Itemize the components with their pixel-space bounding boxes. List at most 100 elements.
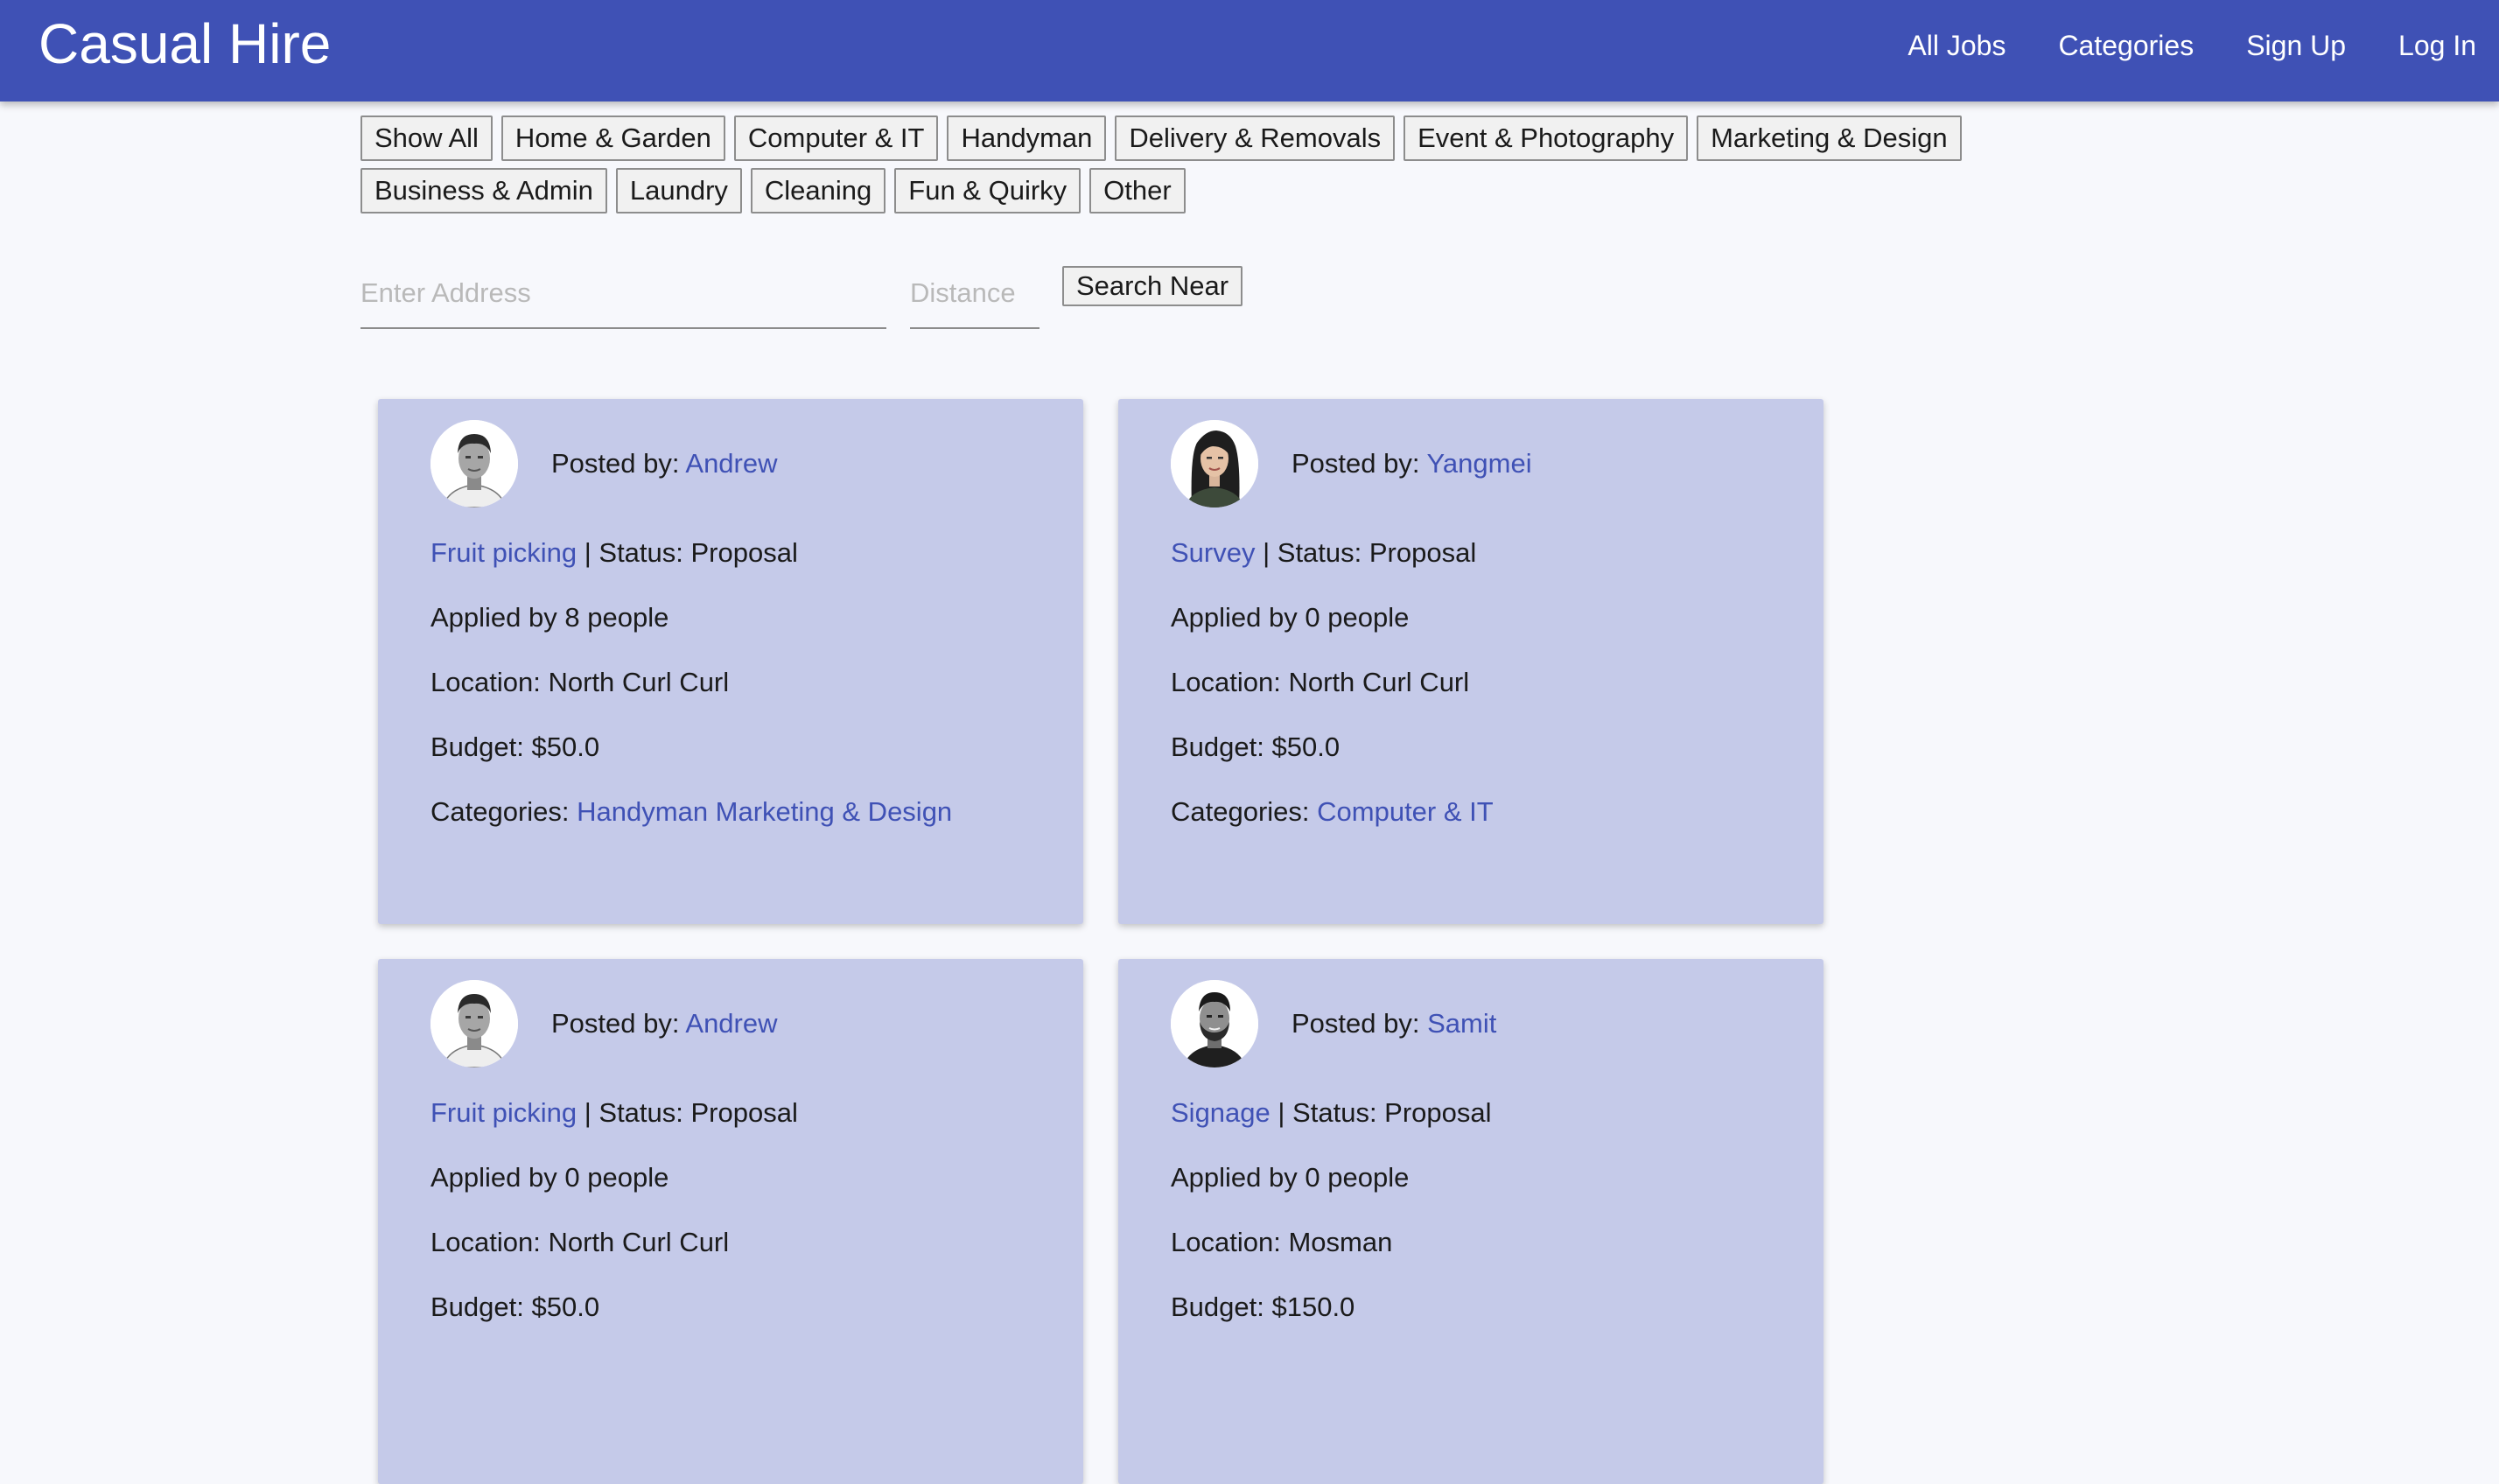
address-input[interactable] — [360, 259, 886, 329]
job-title-link[interactable]: Signage — [1171, 1097, 1270, 1128]
applied-label: Applied by — [1171, 1162, 1306, 1193]
status-label: | Status: — [577, 1097, 691, 1128]
filter-fun-quirky[interactable]: Fun & Quirky — [894, 168, 1082, 214]
job-status: Proposal — [690, 1097, 798, 1128]
location-label: Location: — [430, 667, 549, 697]
posted-by: Posted by: Yangmei — [1292, 446, 1532, 481]
applied-label: Applied by — [430, 602, 565, 633]
applied-suffix: people — [579, 602, 669, 633]
poster-name-link[interactable]: Yangmei — [1427, 448, 1532, 479]
job-card: Posted by: Samit Signage | Status: Propo… — [1118, 959, 1824, 1484]
categories-label: Categories: — [1171, 796, 1318, 827]
budget-label: Budget: — [1171, 732, 1272, 762]
applied-number: 0 — [564, 1162, 580, 1193]
nav-all-jobs[interactable]: All Jobs — [1908, 26, 2006, 65]
distance-input[interactable] — [910, 259, 1040, 329]
applied-suffix: people — [579, 1162, 669, 1193]
posted-by-label: Posted by: — [1292, 1008, 1428, 1039]
nav-sign-up[interactable]: Sign Up — [2246, 26, 2346, 65]
job-location: Location: North Curl Curl — [430, 1225, 729, 1260]
location-value: Mosman — [1288, 1227, 1393, 1257]
applied-label: Applied by — [1171, 602, 1306, 633]
applied-suffix: people — [1320, 602, 1410, 633]
posted-by-label: Posted by: — [551, 1008, 686, 1039]
posted-by-label: Posted by: — [551, 448, 686, 479]
applied-count: Applied by 0 people — [1171, 1160, 1409, 1195]
budget-value: $50.0 — [531, 1292, 600, 1322]
job-title-status: Fruit picking | Status: Proposal — [430, 1096, 798, 1130]
job-card-grid: Posted by: Andrew Fruit picking | Status… — [378, 399, 1824, 1484]
job-title-link[interactable]: Survey — [1171, 537, 1255, 568]
app-title[interactable]: Casual Hire — [38, 12, 331, 75]
poster-name-link[interactable]: Samit — [1427, 1008, 1496, 1039]
budget-label: Budget: — [430, 732, 532, 762]
filter-show-all[interactable]: Show All — [360, 116, 493, 161]
location-label: Location: — [1171, 1227, 1289, 1257]
budget-value: $50.0 — [531, 732, 600, 762]
poster-name-link[interactable]: Andrew — [685, 448, 777, 479]
status-label: | Status: — [577, 537, 691, 568]
filter-business-admin[interactable]: Business & Admin — [360, 168, 607, 214]
category-link[interactable]: Computer & IT — [1317, 796, 1494, 827]
poster-name-link[interactable]: Andrew — [685, 1008, 777, 1039]
job-status: Proposal — [1384, 1097, 1492, 1128]
filter-marketing-design[interactable]: Marketing & Design — [1697, 116, 1962, 161]
nav-log-in[interactable]: Log In — [2398, 26, 2476, 65]
job-budget: Budget: $150.0 — [1171, 1290, 1354, 1325]
filter-home-garden[interactable]: Home & Garden — [500, 116, 725, 161]
poster-avatar — [1171, 420, 1258, 508]
filter-laundry[interactable]: Laundry — [615, 168, 742, 214]
filter-delivery-removals[interactable]: Delivery & Removals — [1115, 116, 1396, 161]
search-near-button[interactable]: Search Near — [1062, 266, 1243, 306]
applied-number: 0 — [1305, 1162, 1320, 1193]
man-beard-icon — [1171, 980, 1258, 1068]
job-budget: Budget: $50.0 — [1171, 730, 1340, 765]
filter-event-photography[interactable]: Event & Photography — [1404, 116, 1689, 161]
card-header: Posted by: Samit — [1171, 980, 1496, 1068]
budget-value: $50.0 — [1271, 732, 1340, 762]
applied-count: Applied by 0 people — [430, 1160, 668, 1195]
card-header: Posted by: Andrew — [430, 420, 778, 508]
job-card: Posted by: Yangmei Survey | Status: Prop… — [1118, 399, 1824, 924]
location-label: Location: — [1171, 667, 1289, 697]
job-budget: Budget: $50.0 — [430, 1290, 599, 1325]
job-title-link[interactable]: Fruit picking — [430, 1097, 577, 1128]
applied-count: Applied by 0 people — [1171, 600, 1409, 635]
job-location: Location: North Curl Curl — [430, 665, 729, 700]
status-label: | Status: — [1255, 537, 1369, 568]
category-link[interactable]: Handyman Marketing & Design — [577, 796, 952, 827]
budget-label: Budget: — [1171, 1292, 1272, 1322]
job-status: Proposal — [1368, 537, 1477, 568]
poster-avatar — [430, 980, 518, 1068]
budget-label: Budget: — [430, 1292, 532, 1322]
location-value: North Curl Curl — [548, 667, 730, 697]
job-location: Location: Mosman — [1171, 1225, 1392, 1260]
posted-by: Posted by: Andrew — [551, 1006, 778, 1041]
applied-number: 0 — [1305, 602, 1320, 633]
man-short-hair-icon — [430, 980, 518, 1068]
woman-long-hair-icon — [1171, 420, 1258, 508]
filter-handyman[interactable]: Handyman — [947, 116, 1107, 161]
job-location: Location: North Curl Curl — [1171, 665, 1469, 700]
filter-computer-it[interactable]: Computer & IT — [733, 116, 939, 161]
applied-suffix: people — [1320, 1162, 1410, 1193]
location-value: North Curl Curl — [1288, 667, 1470, 697]
poster-avatar — [430, 420, 518, 508]
job-status: Proposal — [690, 537, 798, 568]
nav-categories[interactable]: Categories — [2058, 26, 2194, 65]
job-budget: Budget: $50.0 — [430, 730, 599, 765]
job-title-status: Survey | Status: Proposal — [1171, 536, 1476, 570]
job-categories: Categories: Computer & IT — [1171, 794, 1494, 830]
applied-number: 8 — [564, 602, 580, 633]
card-header: Posted by: Yangmei — [1171, 420, 1532, 508]
card-header: Posted by: Andrew — [430, 980, 778, 1068]
filter-cleaning[interactable]: Cleaning — [750, 168, 886, 214]
filter-other[interactable]: Other — [1089, 168, 1186, 214]
man-short-hair-icon — [430, 420, 518, 508]
job-title-link[interactable]: Fruit picking — [430, 537, 577, 568]
category-filter-bar: Show All Home & Garden Computer & IT Han… — [360, 116, 2146, 214]
categories-label: Categories: — [430, 796, 578, 827]
job-card: Posted by: Andrew Fruit picking | Status… — [378, 399, 1083, 924]
posted-by-label: Posted by: — [1292, 448, 1427, 479]
posted-by: Posted by: Samit — [1292, 1006, 1496, 1041]
